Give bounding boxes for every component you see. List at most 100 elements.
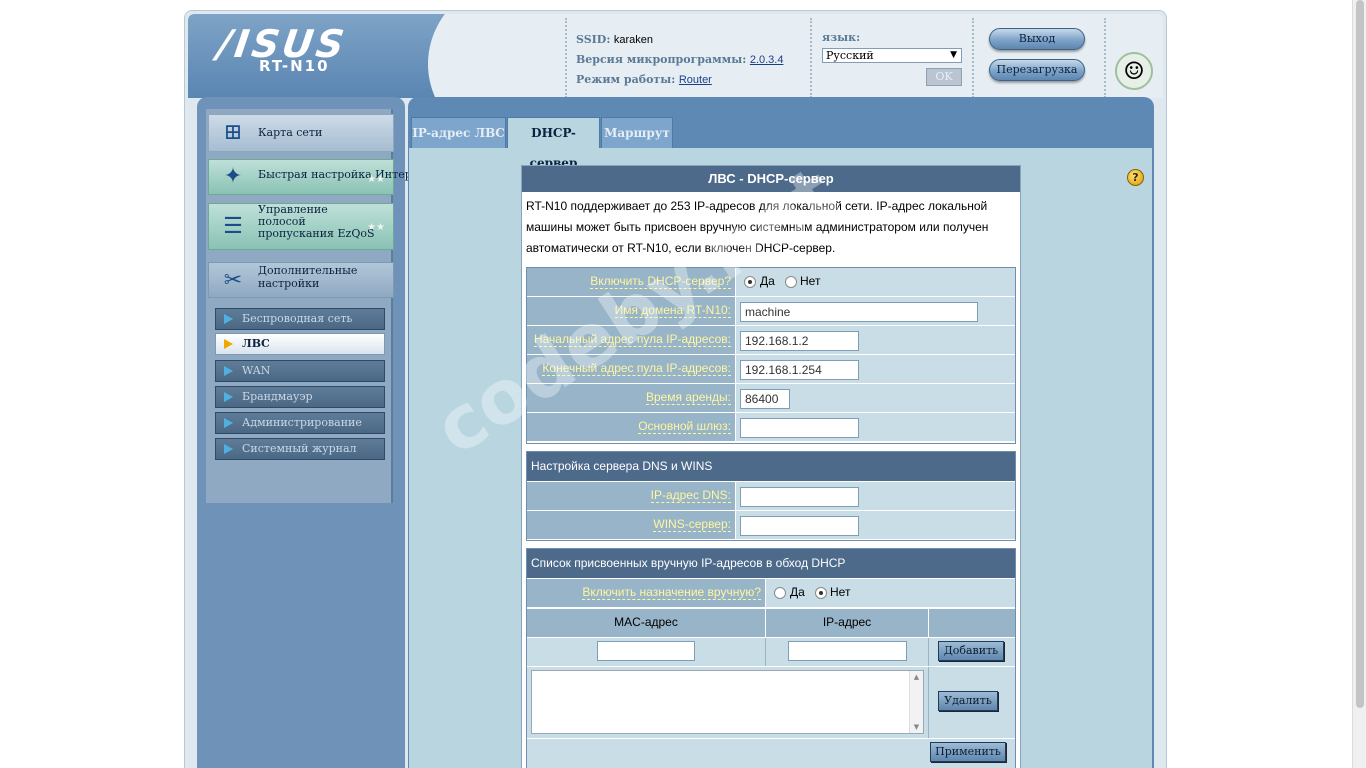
mode-link[interactable]: Router <box>679 74 712 86</box>
dhcp-yes-radio[interactable] <box>744 276 756 288</box>
subnav-wireless[interactable]: Беспроводная сеть <box>215 308 385 330</box>
stars-decoration-icon: ★★ <box>367 174 385 185</box>
nav-quick-setup[interactable]: ✦ Быстрая настройка Интернет ★★ <box>208 159 432 195</box>
pool-start-label[interactable]: Начальный адрес пула IP-адресов: <box>533 332 731 347</box>
gateway-input[interactable] <box>740 418 859 438</box>
language-select[interactable]: Русский ▼ <box>822 48 962 63</box>
scroll-up-icon: ▲ <box>913 673 920 681</box>
nav-advanced-settings-label: Дополнительные настройки <box>258 264 358 290</box>
subnav-wan-label: WAN <box>242 364 271 377</box>
ssid-value: karaken <box>613 34 654 46</box>
action-column-header <box>929 609 1015 637</box>
dns-label[interactable]: IP-адрес DNS: <box>650 488 731 503</box>
wins-input[interactable] <box>740 516 859 536</box>
stars-decoration-icon: ★★ <box>367 222 385 233</box>
delete-button[interactable]: Удалить <box>938 691 998 711</box>
subnav-administration[interactable]: Администрирование <box>215 412 385 434</box>
dhcp-no-label: Нет <box>800 274 821 288</box>
subnav-firewall-label: Брандмауэр <box>242 390 313 403</box>
header-divider <box>972 18 974 98</box>
add-button[interactable]: Добавить <box>938 641 1004 661</box>
language-ok-button[interactable]: OK <box>926 68 962 86</box>
pool-end-label[interactable]: Конечный адрес пула IP-адресов: <box>542 361 731 376</box>
arrow-right-icon <box>224 339 233 349</box>
mac-input[interactable] <box>597 641 695 661</box>
page: /ISUS RT-N10 SSID: karaken Версия микроп… <box>0 0 1366 768</box>
header: /ISUS RT-N10 SSID: karaken Версия микроп… <box>188 14 1163 98</box>
scrollbar-thumb[interactable] <box>1356 0 1364 708</box>
arrow-right-icon <box>224 392 233 402</box>
logo-area: /ISUS RT-N10 <box>188 14 628 98</box>
tab-dhcp-server[interactable]: DHCP-сервер <box>507 117 600 170</box>
subnav-lan[interactable]: ЛВС <box>215 333 385 355</box>
mac-column-header: MAC-адрес <box>527 609 765 637</box>
enable-dhcp-label[interactable]: Включить DHCP-сервер? <box>590 274 731 289</box>
subnav-lan-label: ЛВС <box>242 337 270 350</box>
subnav-wireless-label: Беспроводная сеть <box>242 312 353 325</box>
ip-column-header: IP-адрес <box>766 609 928 637</box>
tools-icon: ✂ <box>223 268 243 293</box>
domain-label[interactable]: Имя домена RT-N10: <box>614 303 731 318</box>
wins-label[interactable]: WINS-сервер: <box>653 517 731 532</box>
bandwidth-icon: ☰ <box>223 214 243 239</box>
manual-ip-list[interactable]: ▲ ▼ <box>531 670 924 734</box>
subnav-firewall[interactable]: Брандмауэр <box>215 386 385 408</box>
logout-button[interactable]: Выход <box>989 28 1085 50</box>
lease-label[interactable]: Время аренды: <box>645 390 731 405</box>
row-pool-start: Начальный адрес пула IP-адресов: 192.168… <box>527 326 1015 355</box>
ssid-label: SSID: <box>576 33 611 46</box>
manual-no-label: Нет <box>830 585 851 599</box>
arrow-right-icon <box>224 444 233 454</box>
dhcp-no-radio[interactable] <box>785 276 797 288</box>
lease-input[interactable]: 86400 <box>740 389 790 409</box>
gateway-label[interactable]: Основной шлюз: <box>638 419 731 434</box>
apply-button[interactable]: Применить <box>930 742 1006 762</box>
tab-route[interactable]: Маршрут <box>601 117 673 148</box>
arrow-right-icon <box>224 314 233 324</box>
tab-lan-ip[interactable]: IP-адрес ЛВС <box>411 117 506 148</box>
language-label: язык: <box>822 31 861 44</box>
subnav-system-log-label: Системный журнал <box>242 442 357 455</box>
arrow-right-icon <box>224 418 233 428</box>
manual-enable-label[interactable]: Включить назначение вручную? <box>582 585 761 600</box>
header-divider <box>565 18 567 98</box>
domain-input[interactable]: machine <box>740 302 978 322</box>
nav-network-map[interactable]: ⊞ Карта сети <box>208 114 394 152</box>
nav-advanced-settings[interactable]: ✂ Дополнительные настройки <box>208 262 394 298</box>
nav-ezqos-label: Управление полосой пропускания EzQoS <box>258 203 375 240</box>
dns-input[interactable] <box>740 487 859 507</box>
help-icon[interactable]: ? <box>1127 169 1144 186</box>
row-gateway: Основной шлюз: <box>527 413 1015 442</box>
list-scrollbar[interactable]: ▲ ▼ <box>909 671 923 733</box>
mode-label: Режим работы: <box>576 73 676 86</box>
row-manual-enable: Включить назначение вручную? Да Нет <box>527 579 1015 608</box>
model-name: RT-N10 <box>259 57 330 75</box>
mascot-avatar-icon: ☺ <box>1115 52 1153 90</box>
nav-ezqos[interactable]: ☰ Управление полосой пропускания EzQoS ★… <box>208 203 394 250</box>
subnav-system-log[interactable]: Системный журнал <box>215 438 385 460</box>
row-pool-end: Конечный адрес пула IP-адресов: 192.168.… <box>527 355 1015 384</box>
subnav-wan[interactable]: WAN <box>215 360 385 382</box>
reboot-button[interactable]: Перезагрузка <box>989 59 1085 81</box>
manual-section-header: Список присвоенных вручную IP-адресов в … <box>527 549 1015 578</box>
network-map-icon: ⊞ <box>223 120 243 145</box>
firmware-link[interactable]: 2.0.3.4 <box>750 54 784 66</box>
form-title: ЛВС - DHCP-сервер <box>522 166 1020 192</box>
nav-network-map-label: Карта сети <box>258 126 323 139</box>
row-domain: Имя домена RT-N10: machine <box>527 297 1015 326</box>
manual-yes-radio[interactable] <box>774 587 786 599</box>
page-scrollbar[interactable] <box>1352 0 1366 768</box>
ip-input[interactable] <box>788 641 907 661</box>
manual-yes-label: Да <box>790 585 805 599</box>
arrow-right-icon <box>224 366 233 376</box>
language-value: Русский <box>826 49 874 62</box>
dropdown-arrow-icon: ▼ <box>950 50 957 60</box>
pool-start-input[interactable]: 192.168.1.2 <box>740 331 859 351</box>
magic-wand-icon: ✦ <box>223 164 243 189</box>
scroll-down-icon: ▼ <box>913 723 920 731</box>
manual-no-radio[interactable] <box>815 587 827 599</box>
firmware-label: Версия микропрограммы: <box>576 53 747 66</box>
status-info: SSID: karaken Версия микропрограммы: 2.0… <box>576 30 783 90</box>
row-enable-dhcp: Включить DHCP-сервер? Да Нет <box>527 268 1015 297</box>
pool-end-input[interactable]: 192.168.1.254 <box>740 360 859 380</box>
